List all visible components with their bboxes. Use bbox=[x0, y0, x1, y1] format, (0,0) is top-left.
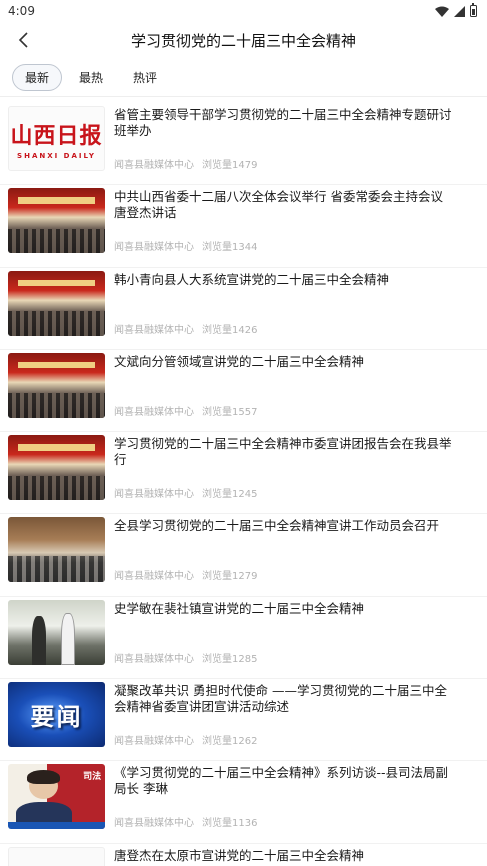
article-meta: 闻喜县融媒体中心 浏览量1245 bbox=[114, 485, 257, 500]
battery-icon bbox=[470, 3, 477, 17]
tab-latest[interactable]: 最新 bbox=[12, 63, 63, 91]
article-source: 闻喜县融媒体中心 bbox=[114, 160, 194, 171]
logo-text: 山西日报 bbox=[10, 122, 103, 149]
article-item[interactable]: 唐登杰在太原市宣讲党的二十届三中全会精神 bbox=[0, 844, 487, 866]
article-views: 浏览量1344 bbox=[202, 242, 258, 254]
article-thumbnail bbox=[8, 270, 105, 336]
article-views: 浏览量1557 bbox=[202, 406, 258, 418]
article-thumbnail bbox=[8, 188, 105, 254]
article-thumbnail bbox=[8, 846, 105, 866]
article-title: 凝聚改革共识 勇担时代使命 ——学习贯彻党的二十届三中全会精神省委宣讲团宣讲活动… bbox=[114, 683, 447, 715]
article-list: 山西日报 SHANXI DAILY 省管主要领导干部学习贯彻党的二十届三中全会精… bbox=[0, 97, 487, 866]
article-item[interactable]: 山西日报 SHANXI DAILY 省管主要领导干部学习贯彻党的二十届三中全会精… bbox=[0, 103, 487, 186]
portrait-sign-text: 司法 bbox=[83, 771, 102, 782]
article-source: 闻喜县融媒体中心 bbox=[114, 324, 194, 336]
tab-bar: 最新 最热 热评 bbox=[0, 58, 487, 96]
article-source: 闻喜县融媒体中心 bbox=[114, 242, 194, 254]
article-meta: 闻喜县融媒体中心 浏览量1262 bbox=[114, 732, 257, 747]
article-meta: 闻喜县融媒体中心 浏览量1285 bbox=[114, 650, 257, 665]
status-time: 4:09 bbox=[8, 4, 35, 18]
logo-subtext: SHANXI DAILY bbox=[17, 151, 96, 160]
article-item[interactable]: 文斌向分管领域宣讲党的二十届三中全会精神 闻喜县融媒体中心 浏览量1557 bbox=[0, 350, 487, 433]
article-title: 中共山西省委十二届八次全体会议举行 省委常委会主持会议 唐登杰讲话 bbox=[114, 189, 443, 221]
article-thumbnail bbox=[8, 352, 105, 418]
status-icons bbox=[435, 3, 477, 17]
article-thumbnail: 山西日报 SHANXI DAILY bbox=[8, 106, 105, 171]
article-title: 全县学习贯彻党的二十届三中全会精神宣讲工作动员会召开 bbox=[114, 518, 440, 534]
article-title: 韩小青向县人大系统宣讲党的二十届三中全会精神 bbox=[114, 271, 390, 287]
article-meta: 闻喜县融媒体中心 浏览量1279 bbox=[114, 567, 257, 582]
article-source: 闻喜县融媒体中心 bbox=[114, 489, 194, 501]
signal-icon bbox=[454, 5, 465, 17]
article-thumbnail bbox=[8, 435, 105, 501]
article-item[interactable]: 司法 《学习贯彻党的二十届三中全会精神》系列访谈--县司法局副局长 李琳 闻喜县… bbox=[0, 761, 487, 844]
article-meta: 闻喜县融媒体中心 浏览量1479 bbox=[114, 156, 257, 171]
article-views: 浏览量1136 bbox=[202, 818, 258, 830]
article-views: 浏览量1279 bbox=[202, 571, 258, 583]
article-views: 浏览量1262 bbox=[202, 736, 258, 748]
article-meta: 闻喜县融媒体中心 浏览量1557 bbox=[114, 403, 257, 418]
article-title: 史学敏在裴社镇宣讲党的二十届三中全会精神 bbox=[114, 600, 365, 616]
article-meta: 闻喜县融媒体中心 浏览量1344 bbox=[114, 238, 257, 253]
article-source: 闻喜县融媒体中心 bbox=[114, 736, 194, 748]
article-source: 闻喜县融媒体中心 bbox=[114, 653, 194, 665]
tab-hot-comments[interactable]: 热评 bbox=[120, 64, 170, 91]
article-item[interactable]: 全县学习贯彻党的二十届三中全会精神宣讲工作动员会召开 闻喜县融媒体中心 浏览量1… bbox=[0, 514, 487, 597]
article-views: 浏览量1245 bbox=[202, 489, 258, 501]
back-button[interactable] bbox=[12, 28, 36, 52]
article-views: 浏览量1285 bbox=[202, 653, 258, 665]
article-thumbnail: 要闻 bbox=[8, 682, 105, 748]
article-thumbnail bbox=[8, 599, 105, 665]
chevron-left-icon bbox=[18, 32, 28, 48]
article-thumbnail: 司法 bbox=[8, 764, 105, 830]
article-views: 浏览量1426 bbox=[202, 324, 258, 336]
tab-hottest[interactable]: 最热 bbox=[66, 64, 116, 91]
article-title: 学习贯彻党的二十届三中全会精神市委宣讲团报告会在我县举行 bbox=[114, 436, 452, 468]
news-thumb-label: 要闻 bbox=[30, 702, 83, 732]
article-meta: 闻喜县融媒体中心 浏览量1136 bbox=[114, 814, 257, 829]
page-title: 学习贯彻党的二十届三中全会精神 bbox=[130, 31, 356, 50]
title-bar: 学习贯彻党的二十届三中全会精神 bbox=[0, 22, 487, 58]
article-item[interactable]: 学习贯彻党的二十届三中全会精神市委宣讲团报告会在我县举行 闻喜县融媒体中心 浏览… bbox=[0, 432, 487, 515]
article-source: 闻喜县融媒体中心 bbox=[114, 406, 194, 418]
article-title: 唐登杰在太原市宣讲党的二十届三中全会精神 bbox=[114, 847, 365, 863]
article-item[interactable]: 韩小青向县人大系统宣讲党的二十届三中全会精神 闻喜县融媒体中心 浏览量1426 bbox=[0, 268, 487, 350]
article-source: 闻喜县融媒体中心 bbox=[114, 571, 194, 583]
article-item[interactable]: 中共山西省委十二届八次全体会议举行 省委常委会主持会议 唐登杰讲话 闻喜县融媒体… bbox=[0, 185, 487, 268]
article-item[interactable]: 要闻 凝聚改革共识 勇担时代使命 ——学习贯彻党的二十届三中全会精神省委宣讲团宣… bbox=[0, 679, 487, 762]
article-title: 文斌向分管领域宣讲党的二十届三中全会精神 bbox=[114, 353, 365, 369]
article-item[interactable]: 史学敏在裴社镇宣讲党的二十届三中全会精神 闻喜县融媒体中心 浏览量1285 bbox=[0, 597, 487, 680]
article-source: 闻喜县融媒体中心 bbox=[114, 818, 194, 830]
article-title: 《学习贯彻党的二十届三中全会精神》系列访谈--县司法局副局长 李琳 bbox=[114, 765, 449, 797]
article-thumbnail bbox=[8, 517, 105, 583]
article-views: 浏览量1479 bbox=[202, 160, 258, 171]
wifi-icon bbox=[435, 6, 449, 17]
status-bar: 4:09 bbox=[0, 0, 487, 22]
article-meta: 闻喜县融媒体中心 浏览量1426 bbox=[114, 321, 257, 336]
article-title: 省管主要领导干部学习贯彻党的二十届三中全会精神专题研讨班举办 bbox=[114, 107, 452, 138]
